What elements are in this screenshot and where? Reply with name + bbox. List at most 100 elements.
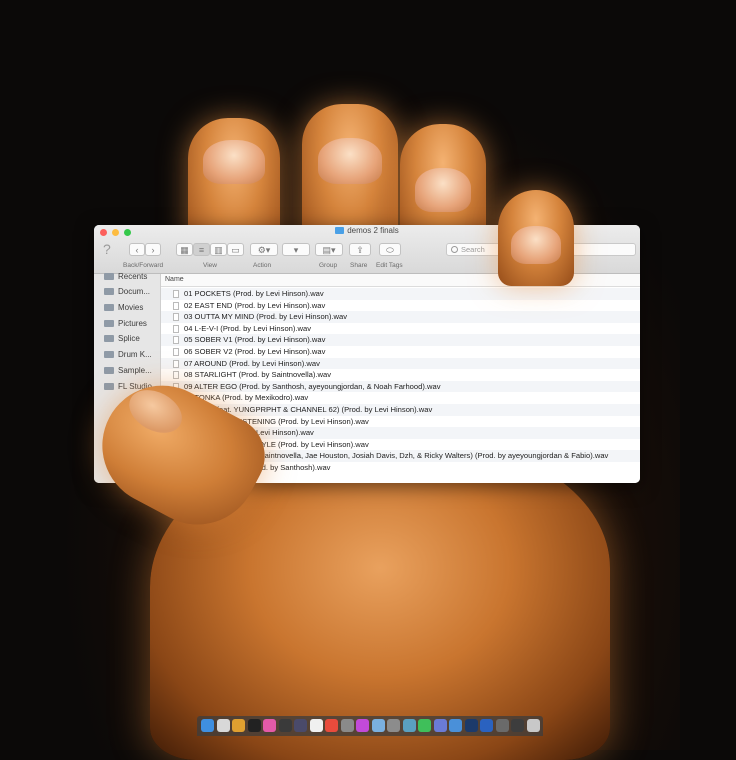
list-item[interactable]: 10 TONKA (Prod. by Mexikodro).wav (161, 392, 640, 404)
finder-icon[interactable] (201, 719, 214, 732)
chevron-down-icon: ▾ (293, 245, 299, 255)
photoshop-icon[interactable] (464, 719, 478, 732)
app-icon[interactable] (340, 719, 354, 732)
plugin-icon[interactable] (294, 719, 307, 732)
list-item[interactable]: 06 SOBER V2 (Prod. by Levi Hinson).wav (161, 346, 640, 358)
view-label: View (203, 262, 217, 269)
columns-icon: ▥ (214, 245, 223, 255)
launchpad-icon[interactable] (216, 719, 230, 732)
compass-icon[interactable] (371, 719, 385, 732)
view-gallery-button[interactable]: ▭ (227, 243, 244, 256)
sidebar-item-label: Docum... (118, 287, 151, 296)
window-title-text: demos 2 finals (347, 226, 399, 235)
back-forward-label: Back/Forward (123, 262, 164, 269)
file-name: 06 SOBER V2 (Prod. by Levi Hinson).wav (184, 347, 326, 356)
folder-icon (104, 383, 114, 390)
list-item[interactable]: 04 L-E-V-I (Prod. by Levi Hinson).wav (161, 323, 640, 335)
sidebar-item-splice[interactable]: Splice (104, 333, 140, 345)
audio-file-icon (173, 301, 179, 310)
folder-icon (104, 288, 114, 295)
gear-icon: ⚙▾ (257, 245, 271, 255)
mail-icon[interactable] (449, 719, 462, 732)
list-item[interactable]: 11 KIKO (feat. YUNGPRPHT & CHANNEL 62) (… (161, 404, 640, 416)
view-list-button[interactable]: ≡ (193, 243, 210, 256)
camera-icon (104, 320, 114, 327)
share-button[interactable]: ⇪ (349, 243, 371, 256)
list-item[interactable]: 05 SOBER V1 (Prod. by Levi Hinson).wav (161, 334, 640, 346)
chrome-icon[interactable] (325, 719, 338, 732)
action-button[interactable]: ⚙▾ (250, 243, 278, 256)
settings-icon[interactable] (387, 719, 400, 732)
music-app-icon[interactable] (278, 719, 292, 732)
launcher-icon[interactable] (309, 719, 323, 732)
sidebar-item-documents[interactable]: Docum... (104, 286, 150, 298)
folder-icon (104, 351, 114, 358)
list-item[interactable]: 01 POCKETS (Prod. by Levi Hinson).wav (161, 288, 640, 300)
view-column-button[interactable]: ▥ (210, 243, 227, 256)
view-icon-button[interactable]: ▦ (176, 243, 193, 256)
sidebar-item-label: Sample... (118, 366, 152, 375)
tag-icon: ⬭ (386, 245, 394, 255)
sidebar-item-drum-kits[interactable]: Drum K... (104, 349, 152, 361)
itunes-icon[interactable] (356, 719, 369, 732)
help-icon[interactable]: ? (103, 241, 111, 257)
messages-icon[interactable] (418, 719, 431, 732)
trash-icon[interactable] (526, 719, 540, 732)
sidebar-item-label: Recents (118, 272, 148, 281)
share-icon: ⇪ (356, 245, 364, 255)
sidebar-item-pictures[interactable]: Pictures (104, 318, 147, 330)
audio-file-icon (173, 336, 179, 345)
file-name: 08 STARLIGHT (Prod. by Saintnovella).wav (184, 370, 332, 380)
window-icon[interactable] (495, 719, 509, 732)
gallery-icon: ▭ (231, 245, 240, 255)
audio-file-icon (173, 290, 179, 298)
audio-file-icon (173, 348, 179, 356)
column-header-name[interactable]: Name (165, 276, 184, 283)
sidebar-item-label: Movies (118, 303, 144, 312)
sidebar-item-recents[interactable]: Recents (104, 271, 147, 283)
search-icon (451, 246, 458, 253)
file-name: 07 AROUND (Prod. by Levi Hinson).wav (184, 358, 320, 368)
fingernail (415, 168, 471, 212)
discord-icon[interactable] (433, 719, 447, 732)
share-label: Share (350, 262, 368, 269)
group-label: Group (319, 262, 338, 269)
photo-icon[interactable] (402, 719, 416, 732)
list-icon: ≡ (198, 245, 205, 255)
edit-tags-button[interactable]: ⬭ (379, 243, 401, 256)
dock (197, 716, 543, 736)
path-dropdown[interactable]: ▾ (282, 243, 310, 256)
clock-icon (104, 273, 114, 280)
photos-icon[interactable] (263, 719, 276, 732)
search-placeholder: Search (461, 245, 485, 254)
back-button[interactable]: ‹ (129, 243, 145, 256)
file-name: 03 OUTTA MY MIND (Prod. by Levi Hinson).… (184, 312, 348, 322)
bar-icon[interactable] (480, 719, 493, 732)
fingernail (511, 226, 561, 264)
group-button[interactable]: ▤▾ (315, 243, 343, 256)
film-icon (104, 304, 114, 311)
group-icon: ▤▾ (322, 245, 336, 255)
list-item[interactable]: 08 STARLIGHT (Prod. by Saintnovella).wav (161, 369, 640, 381)
folder-icon (104, 367, 114, 374)
list-item[interactable]: 03 OUTTA MY MIND (Prod. by Levi Hinson).… (161, 311, 640, 323)
sidebar-item-label: Pictures (118, 319, 147, 328)
pencil-icon[interactable] (232, 719, 245, 732)
list-item[interactable]: 09 ALTER EGO (Prod. by Santhosh, ayeyoun… (161, 380, 640, 393)
file-name: 09 ALTER EGO (Prod. by Santhosh, ayeyoun… (184, 381, 441, 391)
audio-file-icon (173, 359, 179, 368)
list-item[interactable]: 02 EAST END (Prod. by Levi Hinson).wav (161, 300, 640, 312)
forward-button[interactable]: › (145, 243, 161, 256)
sidebar-item-samples[interactable]: Sample... (104, 365, 152, 377)
file-name: 01 POCKETS (Prod. by Levi Hinson).wav (184, 289, 324, 298)
grid-icon: ▦ (180, 245, 189, 255)
sidebar-item-movies[interactable]: Movies (104, 302, 143, 314)
finger-pinky (498, 190, 574, 286)
action-label: Action (253, 262, 272, 269)
audio-file-icon (173, 324, 179, 333)
chevron-left-icon: ‹ (135, 245, 139, 255)
list-item[interactable]: 07 AROUND (Prod. by Levi Hinson).wav (161, 357, 640, 370)
fingernail (318, 138, 382, 184)
monitor-icon[interactable] (511, 719, 524, 732)
terminal-icon[interactable] (247, 719, 261, 732)
